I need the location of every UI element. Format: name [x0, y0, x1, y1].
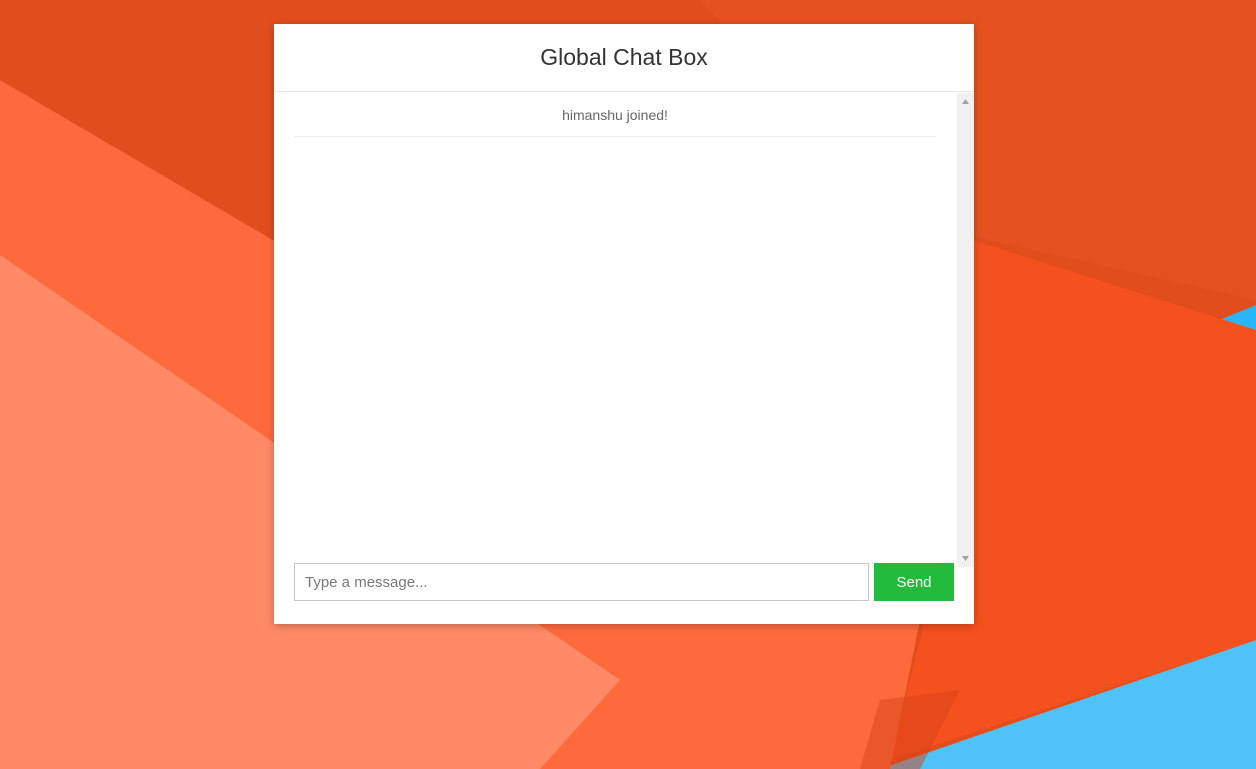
- message-list: himanshu joined!: [294, 93, 936, 137]
- chat-header: Global Chat Box: [274, 24, 974, 92]
- chat-box: Global Chat Box himanshu joined! Send: [274, 24, 974, 624]
- system-message: himanshu joined!: [294, 93, 936, 137]
- triangle-up-icon[interactable]: [957, 93, 974, 110]
- scrollbar-track[interactable]: [959, 110, 972, 550]
- message-composer: Send: [294, 563, 954, 601]
- send-button[interactable]: Send: [874, 563, 954, 601]
- chat-title: Global Chat Box: [540, 44, 708, 70]
- triangle-down-icon[interactable]: [957, 550, 974, 567]
- message-area[interactable]: himanshu joined!: [274, 93, 974, 567]
- message-input[interactable]: [294, 563, 869, 601]
- vertical-scrollbar[interactable]: [957, 93, 974, 567]
